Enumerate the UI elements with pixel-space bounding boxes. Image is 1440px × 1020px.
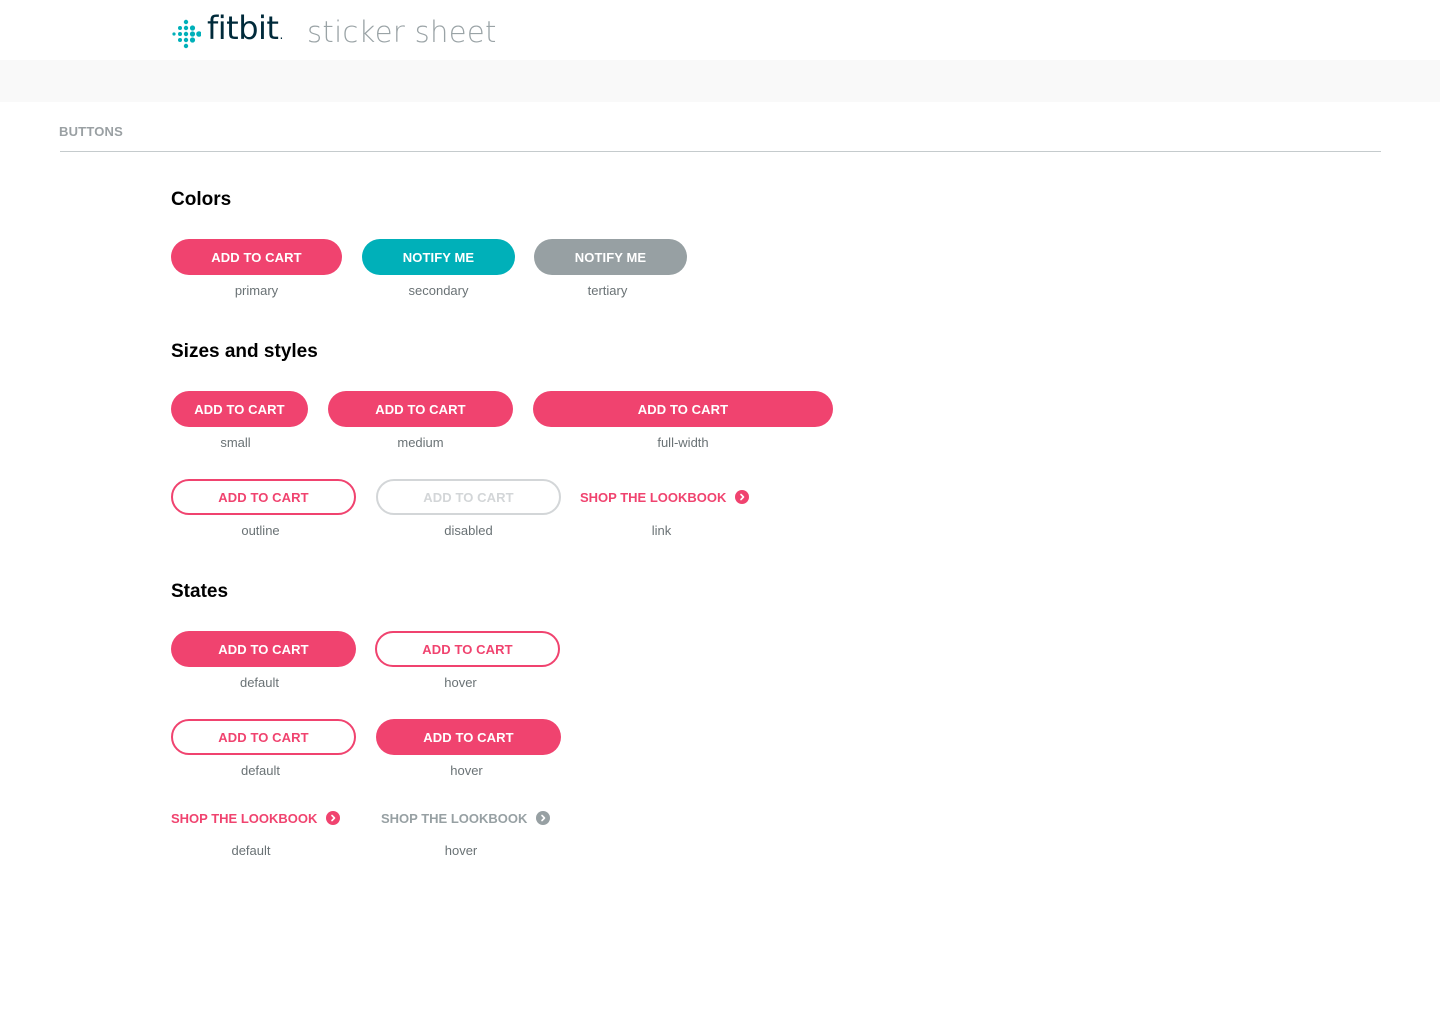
caption-link: link (651, 523, 672, 538)
disabled-button: ADD TO CART (376, 479, 561, 515)
sizes-heading: Sizes and styles (171, 341, 318, 362)
caption-disabled: disabled (444, 523, 493, 538)
full-width-button[interactable]: ADD TO CART (533, 391, 833, 427)
small-button[interactable]: ADD TO CART (171, 391, 308, 427)
section-divider (60, 151, 1381, 152)
brand-name: fitbit (207, 9, 279, 47)
fitbit-dots-icon (172, 19, 201, 48)
state-link-default[interactable]: SHOP THE LOOKBOOK (171, 809, 341, 827)
lookbook-link[interactable]: SHOP THE LOOKBOOK (580, 488, 750, 506)
caption-state-hover: hover (444, 675, 477, 690)
colors-heading: Colors (171, 189, 232, 210)
caption-state-default: default (239, 675, 280, 690)
page-title: sticker sheet (307, 15, 497, 49)
primary-button[interactable]: ADD TO CART (171, 239, 342, 275)
caption-state-hover: hover (450, 763, 483, 778)
tertiary-button[interactable]: NOTIFY ME (534, 239, 687, 275)
caption-tertiary: tertiary (587, 283, 628, 298)
state-link-hover-label: SHOP THE LOOKBOOK (381, 810, 528, 826)
state-link-hover[interactable]: SHOP THE LOOKBOOK (381, 809, 551, 827)
caption-state-default: default (240, 763, 281, 778)
caption-state-hover: hover (444, 843, 478, 858)
chevron-right-circle-icon (536, 811, 551, 825)
state-link-default-label: SHOP THE LOOKBOOK (171, 810, 318, 826)
caption-outline: outline (241, 523, 280, 538)
gray-band (0, 60, 1440, 102)
chevron-right-circle-icon (326, 811, 341, 825)
caption-medium: medium (397, 435, 444, 450)
fitbit-logo[interactable]: fitbit. (171, 9, 283, 53)
header: fitbit. sticker sheet (0, 0, 1440, 60)
state-outline-default-button[interactable]: ADD TO CART (171, 719, 356, 755)
states-heading: States (171, 581, 229, 602)
chevron-right-circle-icon (735, 490, 750, 504)
state-primary-hover-button[interactable]: ADD TO CART (375, 631, 560, 667)
fitbit-wordmark: fitbit. (207, 9, 283, 47)
medium-button[interactable]: ADD TO CART (328, 391, 513, 427)
lookbook-link-label: SHOP THE LOOKBOOK (580, 489, 727, 505)
caption-small: small (220, 435, 251, 450)
state-primary-default-button[interactable]: ADD TO CART (171, 631, 356, 667)
caption-state-default: default (231, 843, 271, 858)
outline-button[interactable]: ADD TO CART (171, 479, 356, 515)
caption-secondary: secondary (408, 283, 469, 298)
caption-full-width: full-width (657, 435, 709, 450)
state-outline-hover-button[interactable]: ADD TO CART (376, 719, 561, 755)
caption-primary: primary (234, 283, 279, 298)
section-label: BUTTONS (59, 124, 123, 139)
secondary-button[interactable]: NOTIFY ME (362, 239, 515, 275)
